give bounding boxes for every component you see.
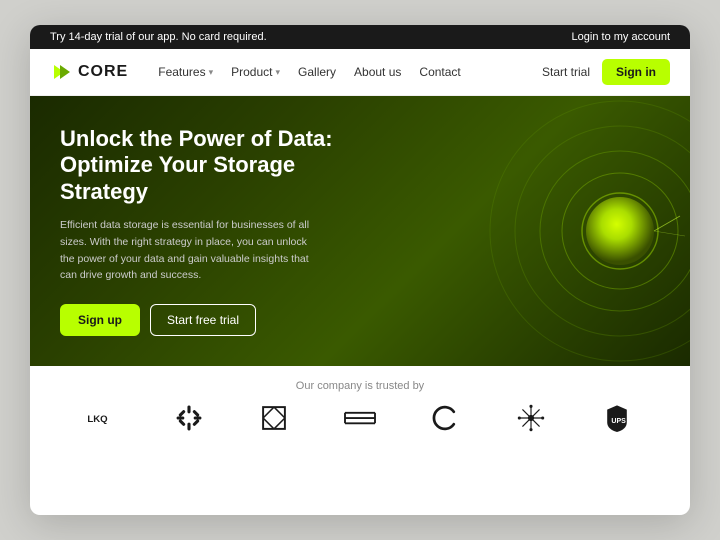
signup-button[interactable]: Sign up [60, 304, 140, 336]
hero-description: Efficient data storage is essential for … [60, 217, 320, 284]
hero-section: Unlock the Power of Data:Optimize Your S… [30, 96, 690, 366]
svg-text:LKQ: LKQ [87, 414, 108, 425]
svg-text:UPS: UPS [611, 418, 626, 425]
trusted-label: Our company is trusted by [60, 380, 660, 392]
lkq-logo: LKQ [85, 404, 121, 432]
start-trial-link[interactable]: Start trial [542, 65, 590, 79]
nav-features[interactable]: Features ▾ [158, 65, 213, 79]
nav-actions: Start trial Sign in [542, 59, 670, 85]
chevron-down-icon: ▾ [275, 67, 280, 78]
announcement-bar: Try 14-day trial of our app. No card req… [30, 25, 690, 49]
nav-contact[interactable]: Contact [419, 65, 460, 79]
login-link[interactable]: Login to my account [572, 31, 670, 43]
nav-gallery[interactable]: Gallery [298, 65, 336, 79]
browser-window: Try 14-day trial of our app. No card req… [30, 25, 690, 515]
nav-product[interactable]: Product ▾ [231, 65, 280, 79]
free-trial-button[interactable]: Start free trial [150, 304, 256, 336]
chevron-down-icon: ▾ [209, 67, 214, 78]
bofa-logo [342, 404, 378, 432]
logo-area: CORE [50, 61, 128, 83]
logos-row: LKQ [60, 404, 660, 432]
chase-logo [256, 404, 292, 432]
nav-about[interactable]: About us [354, 65, 401, 79]
hero-buttons: Sign up Start free trial [60, 304, 370, 336]
logo-icon [50, 61, 72, 83]
logo-text: CORE [78, 63, 128, 81]
walmart-logo [171, 404, 207, 432]
ups-logo: UPS [599, 404, 635, 432]
hero-content: Unlock the Power of Data:Optimize Your S… [60, 126, 370, 336]
navbar: CORE Features ▾ Product ▾ Gallery About … [30, 49, 690, 96]
complex-logo [513, 404, 549, 432]
hero-rings [420, 96, 690, 366]
hero-title: Unlock the Power of Data:Optimize Your S… [60, 126, 370, 205]
announcement-text: Try 14-day trial of our app. No card req… [50, 31, 267, 43]
comcast-logo [428, 404, 464, 432]
trusted-section: Our company is trusted by LKQ [30, 366, 690, 448]
signin-button[interactable]: Sign in [602, 59, 670, 85]
nav-links: Features ▾ Product ▾ Gallery About us Co… [158, 65, 542, 79]
